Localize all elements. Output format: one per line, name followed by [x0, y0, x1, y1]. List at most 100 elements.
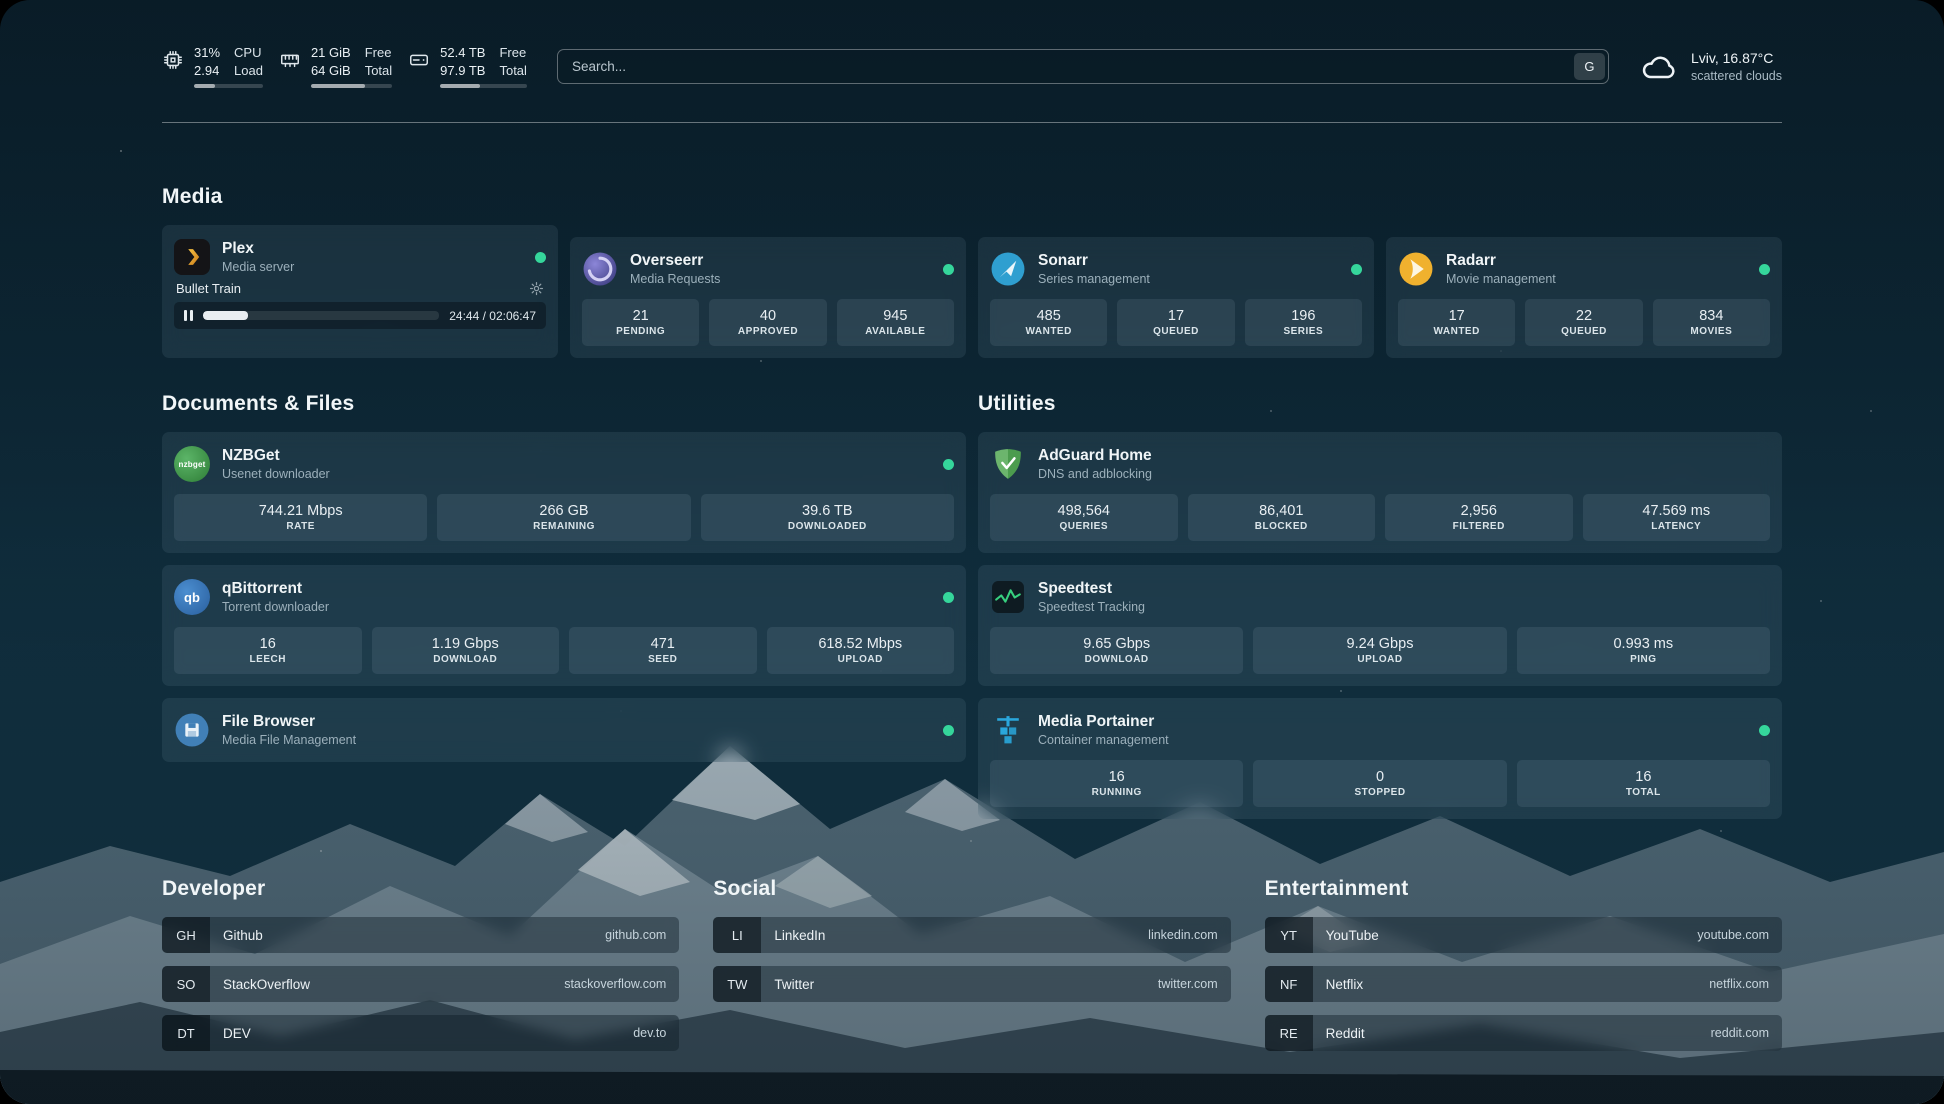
- section-title-media: Media: [162, 185, 1782, 209]
- status-dot-online: [943, 592, 954, 603]
- service-name: Speedtest: [1038, 579, 1145, 598]
- bookmark-linkedin[interactable]: LI LinkedIn linkedin.com: [713, 917, 1230, 953]
- bookmark-label: Reddit: [1326, 1026, 1365, 1041]
- service-card-radarr[interactable]: Radarr Movie management 17 WANTED 22 QUE…: [1386, 237, 1782, 358]
- bookmark-label: Github: [223, 928, 263, 943]
- stat-box: 16 RUNNING: [990, 760, 1243, 807]
- stat-box: 1.19 Gbps DOWNLOAD: [372, 627, 560, 674]
- media-cards-row: Plex Media server Bullet Train: [162, 225, 1782, 358]
- bookmark-netflix[interactable]: NF Netflix netflix.com: [1265, 966, 1782, 1002]
- top-bar: 31% CPU 2.94 Load: [162, 45, 1782, 88]
- stat-box: 17 QUEUED: [1117, 299, 1234, 346]
- memory-usage-bar: [311, 84, 392, 88]
- stat-box: 17 WANTED: [1398, 299, 1515, 346]
- adguard-shield-icon: [990, 446, 1026, 482]
- weather-condition: scattered clouds: [1691, 68, 1782, 84]
- stat-box: 16 TOTAL: [1517, 760, 1770, 807]
- bookmark-twitter[interactable]: TW Twitter twitter.com: [713, 966, 1230, 1002]
- disk-free-label: Free: [499, 45, 526, 62]
- cpu-usage-value: 31%: [194, 45, 220, 62]
- cloud-icon: [1639, 47, 1679, 87]
- service-name: NZBGet: [222, 446, 330, 465]
- disk-icon: [408, 49, 430, 71]
- bookmark-url: dev.to: [633, 1026, 666, 1040]
- bookmark-github[interactable]: GH Github github.com: [162, 917, 679, 953]
- plex-player-bar: 24:44 / 02:06:47: [174, 302, 546, 329]
- section-title-documents: Documents & Files: [162, 392, 966, 416]
- bookmark-label: Netflix: [1326, 977, 1364, 992]
- cpu-usage-bar: [194, 84, 263, 88]
- stat-box: 485 WANTED: [990, 299, 1107, 346]
- memory-icon: [279, 49, 301, 71]
- stat-box: 196 SERIES: [1245, 299, 1362, 346]
- service-subtitle: DNS and adblocking: [1038, 466, 1152, 482]
- playback-progress-track[interactable]: [203, 311, 439, 320]
- bookmark-group-social: Social LI LinkedIn linkedin.com TW Twitt…: [713, 877, 1230, 1064]
- search-provider-button[interactable]: G: [1574, 53, 1605, 80]
- service-name: Overseerr: [630, 251, 720, 270]
- disk-total-value: 97.9 TB: [440, 63, 485, 80]
- section-title-developer: Developer: [162, 877, 679, 901]
- cpu-load-label: Load: [234, 63, 263, 80]
- bookmark-url: linkedin.com: [1148, 928, 1217, 942]
- stat-box: 39.6 TB DOWNLOADED: [701, 494, 954, 541]
- service-subtitle: Series management: [1038, 271, 1150, 287]
- bookmark-group-entertainment: Entertainment YT YouTube youtube.com NF …: [1265, 877, 1782, 1064]
- service-card-plex[interactable]: Plex Media server Bullet Train: [162, 225, 558, 358]
- section-title-utilities: Utilities: [978, 392, 1782, 416]
- search-bar: G: [557, 49, 1609, 84]
- bookmark-url: stackoverflow.com: [564, 977, 666, 991]
- column-utilities: Utilities: [978, 358, 1782, 819]
- stat-box: 22 QUEUED: [1525, 299, 1642, 346]
- bookmark-group-developer: Developer GH Github github.com SO StackO…: [162, 877, 679, 1064]
- bookmark-reddit[interactable]: RE Reddit reddit.com: [1265, 1015, 1782, 1051]
- status-dot-online: [1759, 725, 1770, 736]
- service-name: File Browser: [222, 712, 356, 731]
- bookmark-dev[interactable]: DT DEV dev.to: [162, 1015, 679, 1051]
- gear-icon[interactable]: [529, 281, 544, 296]
- memory-total-value: 64 GiB: [311, 63, 351, 80]
- topbar-divider: [162, 122, 1782, 123]
- cpu-chip-icon: [162, 49, 184, 71]
- weather-widget: Lviv, 16.87°C scattered clouds: [1639, 47, 1782, 87]
- stat-box: 21 PENDING: [582, 299, 699, 346]
- service-card-filebrowser[interactable]: File Browser Media File Management: [162, 698, 966, 762]
- filebrowser-icon: [174, 712, 210, 748]
- stat-box: 9.24 Gbps UPLOAD: [1253, 627, 1506, 674]
- section-title-social: Social: [713, 877, 1230, 901]
- service-card-adguard[interactable]: AdGuard Home DNS and adblocking 498,564 …: [978, 432, 1782, 553]
- service-name: Media Portainer: [1038, 712, 1169, 731]
- status-dot-online: [943, 725, 954, 736]
- bookmark-url: netflix.com: [1709, 977, 1769, 991]
- stat-box: 834 MOVIES: [1653, 299, 1770, 346]
- radarr-icon: [1398, 251, 1434, 287]
- service-name: qBittorrent: [222, 579, 329, 598]
- now-playing-title: Bullet Train: [176, 281, 241, 296]
- service-card-qbittorrent[interactable]: qb qBittorrent Torrent downloader 16 LEE…: [162, 565, 966, 686]
- service-subtitle: Usenet downloader: [222, 466, 330, 482]
- service-card-speedtest[interactable]: Speedtest Speedtest Tracking 9.65 Gbps D…: [978, 565, 1782, 686]
- service-card-overseerr[interactable]: Overseerr Media Requests 21 PENDING 40 A…: [570, 237, 966, 358]
- service-card-nzbget[interactable]: nzbget NZBGet Usenet downloader 744.21 M…: [162, 432, 966, 553]
- bookmark-url: github.com: [605, 928, 666, 942]
- stat-box: 0 STOPPED: [1253, 760, 1506, 807]
- homepage-dashboard: 31% CPU 2.94 Load: [0, 0, 1944, 1104]
- bookmark-abbr: YT: [1265, 917, 1313, 953]
- search-input[interactable]: [557, 49, 1609, 84]
- stat-box: 86,401 BLOCKED: [1188, 494, 1376, 541]
- cpu-load-value: 2.94: [194, 63, 220, 80]
- bookmark-stackoverflow[interactable]: SO StackOverflow stackoverflow.com: [162, 966, 679, 1002]
- status-dot-online: [943, 459, 954, 470]
- service-card-sonarr[interactable]: Sonarr Series management 485 WANTED 17 Q…: [978, 237, 1374, 358]
- bookmark-youtube[interactable]: YT YouTube youtube.com: [1265, 917, 1782, 953]
- pause-icon[interactable]: [184, 310, 193, 321]
- bookmark-abbr: NF: [1265, 966, 1313, 1002]
- weather-location-temp: Lviv, 16.87°C: [1691, 49, 1782, 67]
- service-subtitle: Speedtest Tracking: [1038, 599, 1145, 615]
- bookmark-label: YouTube: [1326, 928, 1379, 943]
- column-documents: Documents & Files nzbget NZBGet Usenet d…: [162, 358, 966, 762]
- service-card-portainer[interactable]: Media Portainer Container management 16 …: [978, 698, 1782, 819]
- stat-box: 0.993 ms PING: [1517, 627, 1770, 674]
- bookmark-abbr: GH: [162, 917, 210, 953]
- stat-box: 9.65 Gbps DOWNLOAD: [990, 627, 1243, 674]
